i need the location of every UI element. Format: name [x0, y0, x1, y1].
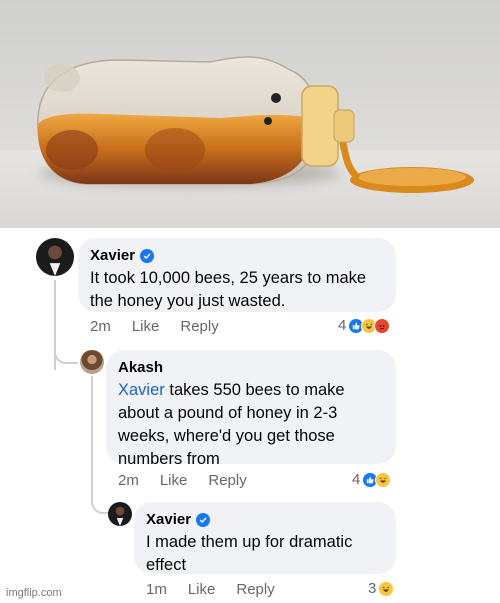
reply-button[interactable]: Reply — [208, 472, 246, 489]
reply-button[interactable]: Reply — [180, 318, 218, 335]
comment-author[interactable]: Akash — [118, 358, 163, 378]
comment-text: It took 10,000 bees, 25 years to make th… — [90, 269, 367, 310]
angry-icon — [374, 317, 391, 334]
thread-connector — [91, 492, 109, 514]
haha-icon — [378, 580, 395, 597]
like-button[interactable]: Like — [132, 318, 160, 335]
avatar[interactable] — [108, 502, 132, 526]
like-button[interactable]: Like — [188, 581, 216, 598]
comment-text: Xavier takes 550 bees to make about a po… — [118, 379, 384, 471]
avatar[interactable] — [80, 350, 104, 374]
comment-timestamp[interactable]: 1m — [146, 581, 167, 598]
comment-bubble: Xavier It took 10,000 bees, 25 years to … — [78, 238, 396, 312]
reaction-count: 4 — [352, 471, 361, 488]
reaction-summary[interactable]: 4 — [352, 471, 392, 488]
verified-badge-icon — [196, 513, 211, 527]
reaction-count: 4 — [338, 317, 347, 334]
reaction-summary[interactable]: 3 — [368, 580, 395, 597]
comment-actions: 2m Like Reply — [118, 472, 268, 489]
comment-bubble: Akash Xavier takes 550 bees to make abou… — [106, 350, 396, 468]
reply-button[interactable]: Reply — [236, 581, 274, 598]
mention-link[interactable]: Xavier — [118, 381, 165, 399]
comment-author[interactable]: Xavier — [90, 246, 135, 266]
comment-timestamp[interactable]: 2m — [90, 318, 111, 335]
comment-timestamp[interactable]: 2m — [118, 472, 139, 489]
avatar[interactable] — [36, 238, 74, 276]
verified-badge-icon — [140, 249, 155, 263]
honey-bear-bottle-illustration — [37, 56, 474, 193]
comment-author[interactable]: Xavier — [146, 510, 191, 530]
reaction-count: 3 — [368, 580, 377, 597]
watermark: imgflip.com — [6, 587, 62, 599]
honey-bottle-photo — [0, 0, 500, 228]
haha-icon — [375, 471, 392, 488]
like-button[interactable]: Like — [160, 472, 188, 489]
comment-text: I made them up for dramatic effect — [146, 533, 353, 574]
comment-actions: 2m Like Reply — [90, 318, 240, 335]
thread-line — [91, 376, 93, 500]
comment-actions: 1m Like Reply — [146, 581, 296, 598]
thread-connector — [54, 340, 78, 364]
comment-bubble: Xavier I made them up for dramatic effec… — [134, 502, 396, 574]
reaction-summary[interactable]: 4 — [338, 317, 391, 334]
